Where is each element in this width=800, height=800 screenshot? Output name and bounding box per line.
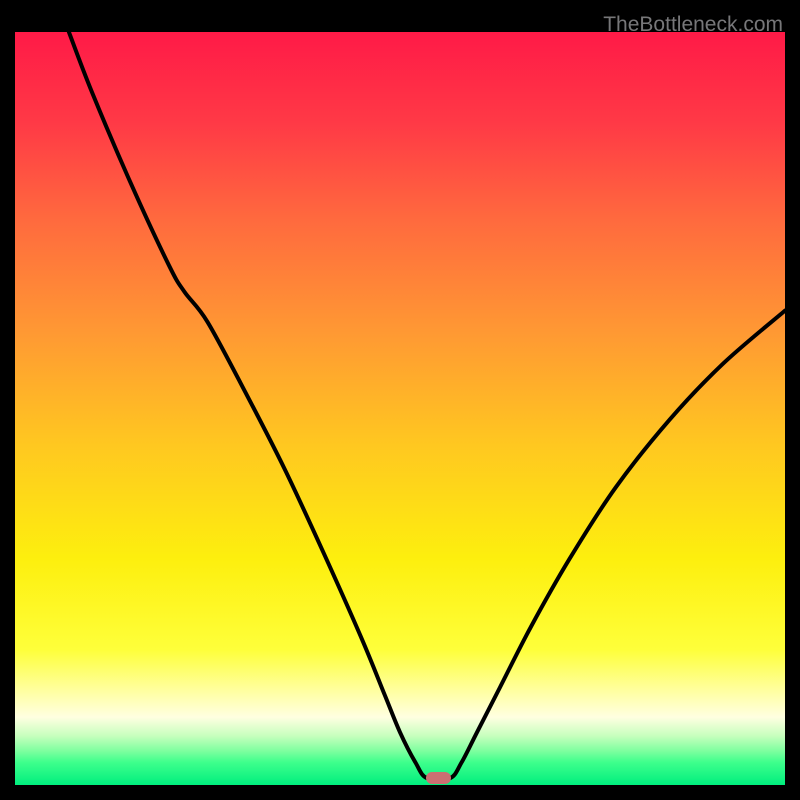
plot-area <box>15 32 785 785</box>
chart-container: TheBottleneck.com <box>15 15 785 785</box>
optimal-marker <box>426 772 451 784</box>
bottleneck-curve <box>69 32 785 780</box>
curve-svg <box>15 32 785 785</box>
